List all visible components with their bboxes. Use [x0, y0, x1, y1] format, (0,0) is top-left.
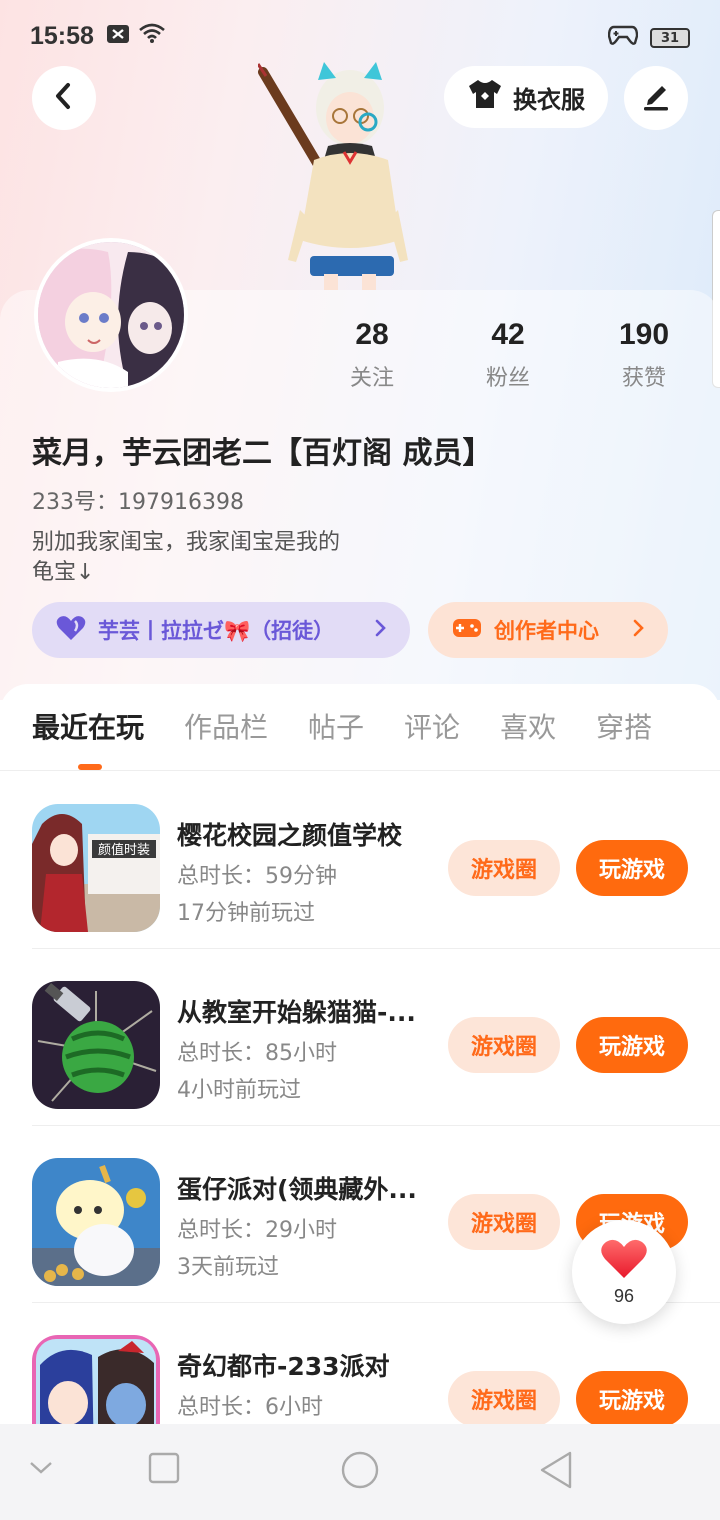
- stat-value: 42: [491, 318, 525, 351]
- stat-label: 关注: [349, 366, 394, 391]
- back-nav-icon[interactable]: [538, 1450, 574, 1494]
- chevron-right-icon: [374, 618, 386, 643]
- gamepad-status-icon: [607, 24, 639, 52]
- stat-label: 粉丝: [485, 366, 530, 391]
- game-title[interactable]: 蛋仔派对(领典藏外...: [177, 1170, 439, 1206]
- avatar[interactable]: [34, 238, 188, 392]
- list-item[interactable]: 颜值时装 樱花校园之颜值学校 总时长：59分钟 17分钟前玩过 游戏圈 玩游戏: [32, 772, 720, 949]
- pencil-icon: [640, 80, 672, 116]
- game-duration: 总时长：85小时: [177, 1041, 337, 1066]
- eggy-party-icon[interactable]: [32, 1158, 160, 1286]
- tshirt-icon: [467, 78, 503, 116]
- game-meta: 总时长：85小时 4小时前玩过: [177, 1035, 337, 1109]
- chevron-down-icon[interactable]: [28, 1460, 54, 1480]
- tab-recently-played[interactable]: 最近在玩: [32, 706, 144, 746]
- chevron-left-icon: [52, 82, 76, 114]
- tab-works[interactable]: 作品栏: [184, 706, 268, 746]
- game-title[interactable]: 樱花校园之颜值学校: [177, 816, 439, 852]
- tabs-divider: [0, 770, 720, 771]
- notification-icon: [106, 22, 130, 50]
- like-count: 96: [613, 1285, 635, 1306]
- user-bio: 别加我家闺宝，我家闺宝是我的 龟宝↓: [32, 528, 412, 588]
- user-id: 233号：197916398: [32, 490, 244, 515]
- change-outfit-button[interactable]: 换衣服: [444, 66, 608, 128]
- stat-value: 190: [618, 318, 670, 351]
- stat-label: 获赞: [621, 366, 666, 391]
- wifi-icon: [138, 22, 166, 50]
- creator-center-label: 创作者中心: [494, 619, 599, 643]
- heart-icon: [600, 1238, 648, 1284]
- gamepad-icon: [452, 616, 482, 645]
- stat-followers[interactable]: 42 粉丝: [440, 318, 576, 392]
- creator-center-pill[interactable]: 创作者中心: [428, 602, 668, 658]
- game-meta: 总时长：59分钟 17分钟前玩过: [177, 858, 337, 932]
- game-meta: 总时长：6小时: [177, 1389, 323, 1426]
- system-nav-bar: [0, 1424, 720, 1520]
- game-duration: 总时长：29小时: [177, 1218, 337, 1243]
- group-pill-label: 芋芸丨拉拉ゼ🎀（招徒）: [98, 619, 335, 643]
- tab-likes[interactable]: 喜欢: [500, 706, 556, 746]
- avatar-character-image[interactable]: [256, 60, 438, 290]
- game-duration: 总时长：6小时: [177, 1395, 323, 1420]
- sakura-school-icon[interactable]: 颜值时装: [32, 804, 160, 932]
- like-button[interactable]: 96: [572, 1220, 676, 1324]
- edit-profile-button[interactable]: [624, 66, 688, 130]
- stat-value: 28: [355, 318, 389, 351]
- play-game-button[interactable]: 玩游戏: [576, 840, 688, 896]
- bio-line: 龟宝↓: [32, 560, 95, 585]
- back-button[interactable]: [32, 66, 96, 130]
- chevron-right-icon: [632, 618, 644, 643]
- game-circle-button[interactable]: 游戏圈: [448, 1194, 560, 1250]
- stat-likes[interactable]: 190 获赞: [576, 318, 712, 392]
- status-time: 15:58: [30, 21, 94, 50]
- game-meta: 总时长：29小时 3天前玩过: [177, 1212, 337, 1286]
- game-icon-text: 颜值时装: [98, 842, 150, 858]
- tab-comments[interactable]: 评论: [404, 706, 460, 746]
- heart-group-icon: [56, 615, 86, 646]
- avatar-image: [38, 242, 184, 388]
- game-circle-button[interactable]: 游戏圈: [448, 1371, 560, 1427]
- game-last-played: 4小时前玩过: [177, 1078, 301, 1103]
- game-circle-button[interactable]: 游戏圈: [448, 1017, 560, 1073]
- bio-line: 别加我家闺宝，我家闺宝是我的: [32, 530, 341, 555]
- tab-outfits[interactable]: 穿搭: [596, 706, 652, 746]
- play-game-button[interactable]: 玩游戏: [576, 1371, 688, 1427]
- profile-tabs: 最近在玩 作品栏 帖子 评论 喜欢 穿搭: [32, 706, 652, 746]
- game-duration: 总时长：59分钟: [177, 864, 337, 889]
- play-game-button[interactable]: 玩游戏: [576, 1017, 688, 1073]
- username: 菜月，芋云团老二【百灯阁 成员】: [32, 436, 493, 471]
- change-outfit-label: 换衣服: [513, 85, 585, 114]
- group-pill[interactable]: 芋芸丨拉拉ゼ🎀（招徒）: [32, 602, 410, 658]
- profile-stats: 28 关注 42 粉丝 190 获赞: [304, 318, 712, 392]
- watermelon-knife-icon[interactable]: [32, 981, 160, 1109]
- game-circle-button[interactable]: 游戏圈: [448, 840, 560, 896]
- tab-posts[interactable]: 帖子: [308, 706, 364, 746]
- list-item[interactable]: 从教室开始躲猫猫-... 总时长：85小时 4小时前玩过 游戏圈 玩游戏: [32, 949, 720, 1126]
- game-last-played: 3天前玩过: [177, 1255, 279, 1280]
- battery-icon: 31: [650, 28, 690, 48]
- stat-following[interactable]: 28 关注: [304, 318, 440, 392]
- game-title[interactable]: 从教室开始躲猫猫-...: [177, 993, 439, 1029]
- game-last-played: 17分钟前玩过: [177, 901, 315, 926]
- game-title[interactable]: 奇幻都市-233派对: [177, 1347, 439, 1383]
- recent-apps-icon[interactable]: [148, 1452, 180, 1488]
- home-icon[interactable]: [340, 1450, 380, 1494]
